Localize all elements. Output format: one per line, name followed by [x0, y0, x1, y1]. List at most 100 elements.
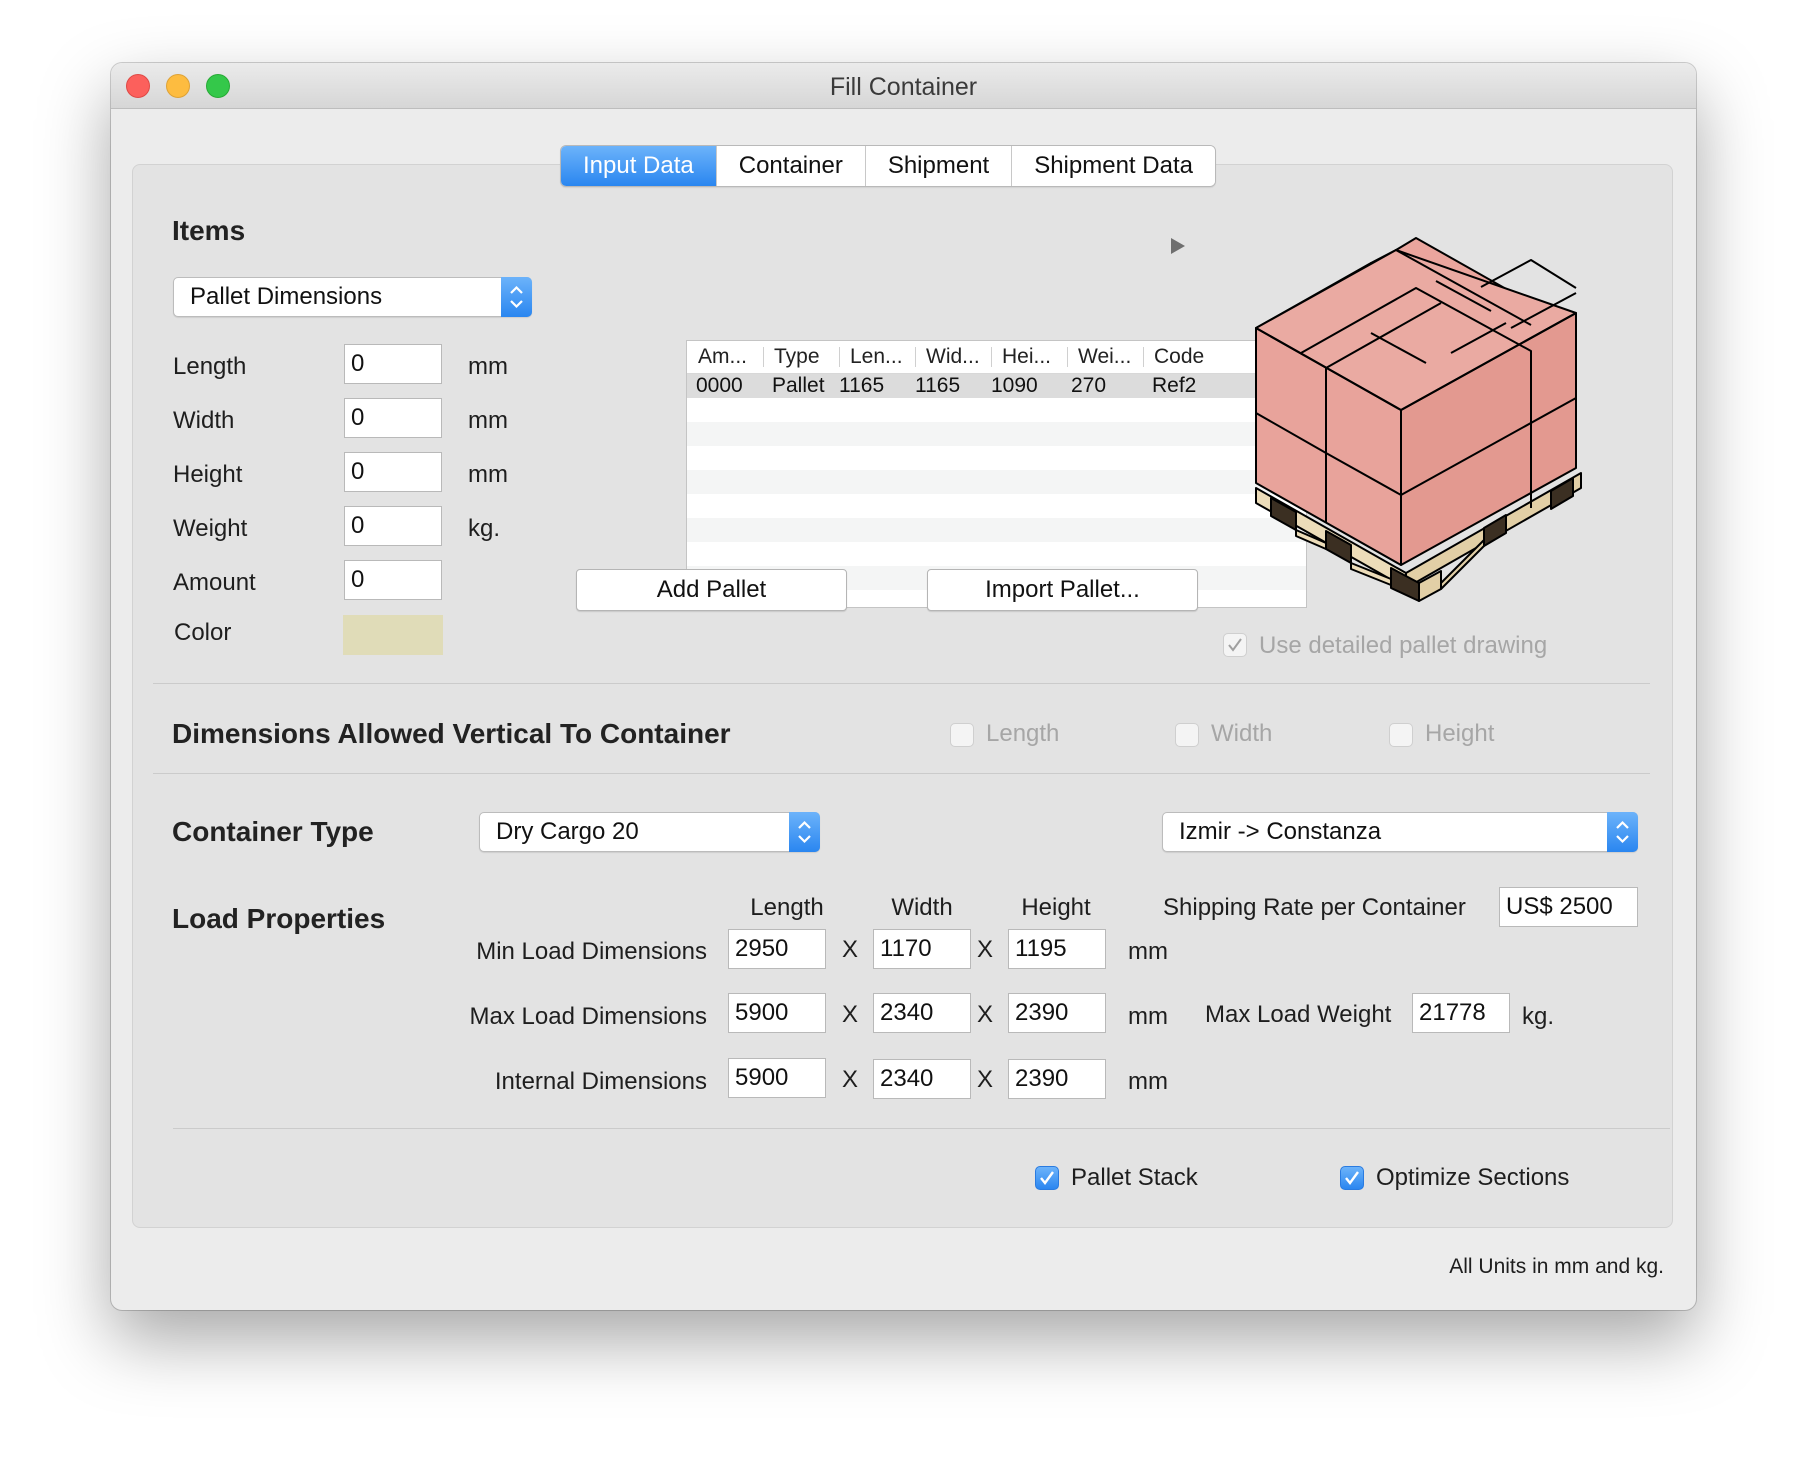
- tab-shipment[interactable]: Shipment: [864, 146, 1012, 186]
- column-header-weight[interactable]: Wei...: [1078, 341, 1140, 373]
- disclosure-triangle-icon[interactable]: [1170, 237, 1186, 260]
- times-separator: X: [842, 1066, 859, 1093]
- import-pallet-button[interactable]: Import Pallet...: [927, 569, 1198, 611]
- vertical-height-checkbox[interactable]: [1389, 723, 1413, 747]
- checkmark-icon: [1345, 1171, 1359, 1185]
- column-header-amount[interactable]: Am...: [698, 341, 760, 373]
- table-cell: 1165: [915, 374, 961, 397]
- max-height-input[interactable]: [1008, 993, 1106, 1033]
- vertical-heading: Dimensions Allowed Vertical To Container: [172, 718, 731, 749]
- table-cell: Ref2: [1152, 374, 1197, 397]
- divider: [153, 773, 1650, 774]
- add-pallet-button[interactable]: Add Pallet: [576, 569, 847, 611]
- popup-arrows-icon: [1607, 812, 1638, 852]
- table-cell: 0000: [696, 374, 743, 397]
- window-title: Fill Container: [829, 73, 978, 101]
- table-cell: 1090: [991, 374, 1038, 397]
- route-value: Izmir -> Constanza: [1179, 818, 1382, 845]
- times-separator: X: [977, 936, 994, 963]
- table-row-empty: [687, 470, 1306, 494]
- fill-container-window: Fill Container Input Data Container Ship…: [111, 63, 1696, 1310]
- vertical-width-label: Width: [1211, 720, 1273, 747]
- title-bar: Fill Container: [111, 63, 1696, 109]
- load-properties-heading: Load Properties: [172, 903, 386, 934]
- min-length-input[interactable]: [728, 929, 826, 969]
- width-label: Width: [173, 407, 235, 434]
- max-width-input[interactable]: [873, 993, 971, 1033]
- internal-length-input[interactable]: [728, 1058, 826, 1098]
- table-cell: 1165: [839, 374, 885, 397]
- internal-height-input[interactable]: [1008, 1059, 1106, 1099]
- internal-width-input[interactable]: [873, 1059, 971, 1099]
- checkmark-icon: [1040, 1171, 1054, 1185]
- min-load-label: Min Load Dimensions: [476, 938, 707, 965]
- popup-arrows-icon: [501, 277, 532, 317]
- tab-bar: Input Data Container Shipment Shipment D…: [560, 145, 1216, 187]
- units-footnote: All Units in mm and kg.: [1449, 1255, 1664, 1278]
- table-row[interactable]: 0000 Pallet 1165 1165 1090 270 Ref2: [687, 374, 1306, 398]
- length-unit: mm: [468, 353, 508, 380]
- weight-label: Weight: [173, 515, 248, 542]
- length-input[interactable]: [344, 344, 442, 384]
- min-width-input[interactable]: [873, 929, 971, 969]
- amount-label: Amount: [173, 569, 256, 596]
- height-column-header: Height: [1021, 894, 1091, 921]
- pallet-stack-label: Pallet Stack: [1071, 1164, 1198, 1191]
- tab-shipment-data[interactable]: Shipment Data: [1011, 146, 1215, 186]
- column-divider: [915, 347, 916, 367]
- weight-input[interactable]: [344, 506, 442, 546]
- column-header-width[interactable]: Wid...: [926, 341, 988, 373]
- column-header-type[interactable]: Type: [774, 341, 836, 373]
- shipping-rate-label: Shipping Rate per Container: [1163, 894, 1466, 921]
- vertical-height-label: Height: [1425, 720, 1495, 747]
- detailed-drawing-checkbox[interactable]: [1223, 633, 1247, 657]
- internal-dimensions-label: Internal Dimensions: [494, 1068, 707, 1095]
- pallet-stack-checkbox[interactable]: [1035, 1166, 1059, 1190]
- length-label: Length: [173, 353, 247, 380]
- divider: [173, 1128, 1670, 1129]
- max-load-weight-input[interactable]: [1412, 993, 1510, 1033]
- times-separator: X: [977, 1001, 994, 1028]
- item-type-popup[interactable]: Pallet Dimensions: [173, 277, 532, 317]
- column-header-height[interactable]: Hei...: [1002, 341, 1064, 373]
- internal-unit: mm: [1128, 1068, 1168, 1095]
- detailed-drawing-label: Use detailed pallet drawing: [1259, 632, 1548, 659]
- column-divider: [1143, 347, 1144, 367]
- min-height-input[interactable]: [1008, 929, 1106, 969]
- vertical-width-checkbox[interactable]: [1175, 723, 1199, 747]
- tab-container[interactable]: Container: [715, 146, 865, 186]
- column-header-length[interactable]: Len...: [850, 341, 912, 373]
- times-separator: X: [842, 936, 859, 963]
- max-length-input[interactable]: [728, 993, 826, 1033]
- shipping-rate-input[interactable]: [1499, 887, 1638, 927]
- table-row-empty: [687, 422, 1306, 446]
- table-header: Am... Type Len... Wid... Hei... Wei... C…: [687, 341, 1306, 374]
- times-separator: X: [842, 1001, 859, 1028]
- height-label: Height: [173, 461, 243, 488]
- column-divider: [1067, 347, 1068, 367]
- vertical-length-checkbox[interactable]: [950, 723, 974, 747]
- width-input[interactable]: [344, 398, 442, 438]
- height-input[interactable]: [344, 452, 442, 492]
- divider: [153, 683, 1650, 684]
- amount-input[interactable]: [344, 560, 442, 600]
- max-load-label: Max Load Dimensions: [469, 1003, 707, 1030]
- item-type-value: Pallet Dimensions: [190, 283, 383, 310]
- pallet-drawing: [1251, 233, 1611, 620]
- optimize-sections-checkbox[interactable]: [1340, 1166, 1364, 1190]
- height-unit: mm: [468, 461, 508, 488]
- color-well[interactable]: [343, 615, 443, 655]
- popup-arrows-icon: [789, 812, 820, 852]
- tab-input-data[interactable]: Input Data: [561, 146, 716, 186]
- container-type-popup[interactable]: Dry Cargo 20: [479, 812, 820, 852]
- items-table[interactable]: Am... Type Len... Wid... Hei... Wei... C…: [686, 340, 1307, 608]
- optimize-sections-label: Optimize Sections: [1376, 1164, 1570, 1191]
- route-popup[interactable]: Izmir -> Constanza: [1162, 812, 1638, 852]
- container-type-heading: Container Type: [172, 816, 374, 847]
- times-separator: X: [977, 1066, 994, 1093]
- checkmark-icon: [1228, 638, 1242, 652]
- table-row-empty: [687, 518, 1306, 542]
- vertical-length-label: Length: [986, 720, 1060, 747]
- max-load-weight-label: Max Load Weight: [1205, 1001, 1392, 1028]
- column-divider: [839, 347, 840, 367]
